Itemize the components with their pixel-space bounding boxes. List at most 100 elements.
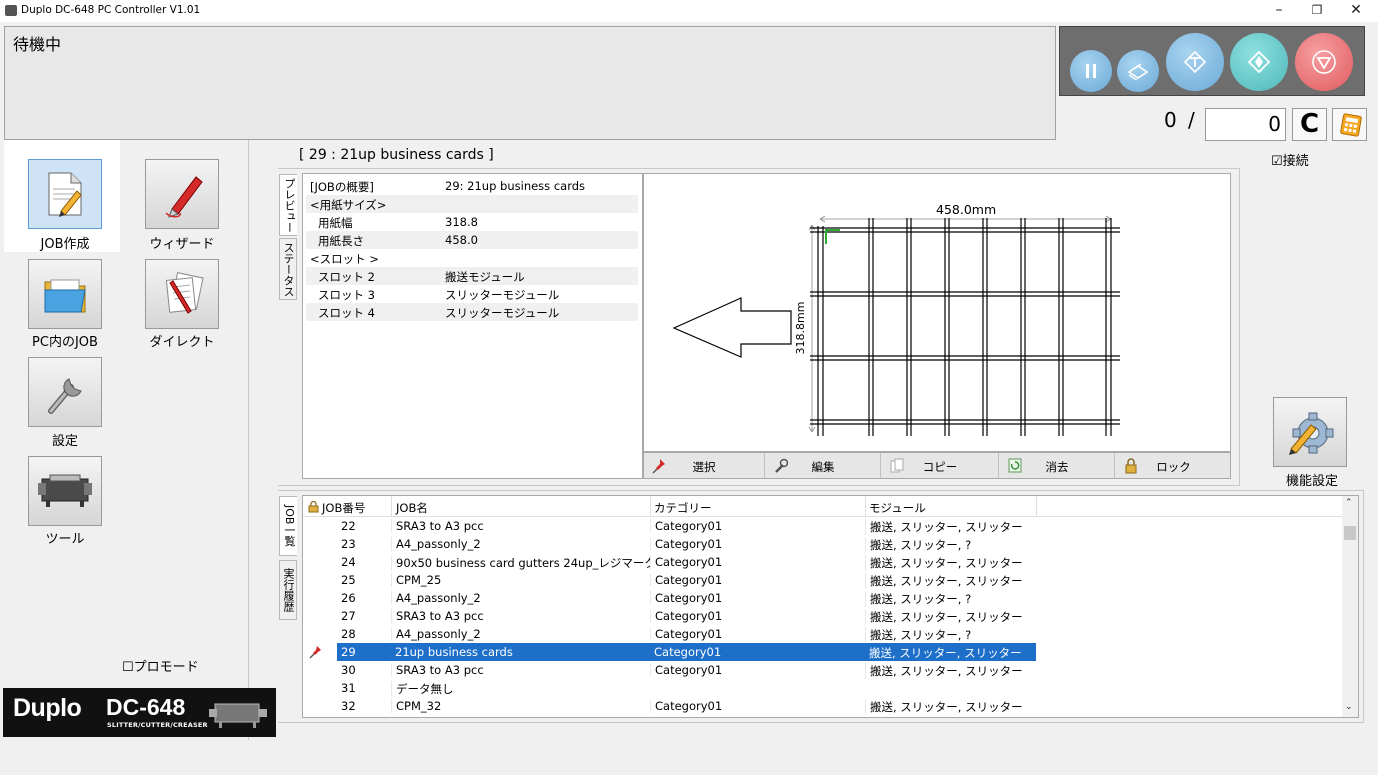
app-window: Duplo DC-648 PC Controller V1.01 – ❐ ✕ 待…	[0, 0, 1378, 775]
count-current: 0	[1164, 108, 1177, 132]
table-row[interactable]: 26 A4_passonly_2 Category01 搬送, スリッター, ?	[303, 589, 1343, 607]
summary-row: スロット 4 スリッターモジュール	[306, 303, 638, 321]
promode-toggle[interactable]: ☐プロモード	[122, 656, 199, 675]
summary-key: スロット 3	[318, 288, 375, 302]
pc-job-button[interactable]	[28, 259, 102, 329]
settings-label: 設定	[51, 434, 78, 449]
restore-button[interactable]: ❐	[1298, 0, 1336, 22]
tab-history[interactable]: 実行履歴	[279, 560, 297, 620]
column-module[interactable]: モジュール	[869, 500, 926, 516]
clear-count-button[interactable]: C	[1292, 108, 1327, 141]
table-row[interactable]: 31 データ無し	[303, 679, 1343, 697]
table-row-selected[interactable]: 29 21up business cards Category01 搬送, スリ…	[303, 643, 1343, 661]
direct-label: ダイレクト	[149, 335, 215, 350]
start-button[interactable]	[1230, 33, 1288, 91]
summary-value: 29: 21up business cards	[445, 179, 586, 193]
job-list-scrollbar[interactable]: ⌃ ⌄	[1342, 496, 1358, 717]
table-row[interactable]: 27 SRA3 to A3 pcc Category01 搬送, スリッター, …	[303, 607, 1343, 625]
feed-direction-arrow	[672, 297, 792, 358]
stop-button[interactable]	[1295, 33, 1353, 91]
folder-icon	[44, 279, 86, 313]
job-create-button[interactable]	[28, 159, 102, 229]
nav-divider	[248, 140, 249, 740]
job-list-table: JOB番号 JOB名 カテゴリー モジュール 22 SRA3 to A3 pcc…	[302, 495, 1359, 718]
paper-feed-icon	[1127, 63, 1149, 80]
table-row[interactable]: 25 CPM_25 Category01 搬送, スリッター, スリッター	[303, 571, 1343, 589]
summary-key: スロット 4	[318, 306, 375, 320]
table-row[interactable]: 24 90x50 business card gutters 24up_レジマー…	[303, 553, 1343, 571]
status-panel: 待機中	[4, 26, 1056, 140]
cell-job-no: 23	[341, 537, 356, 551]
table-row[interactable]: 32 CPM_32 Category01 搬送, スリッター, スリッター	[303, 697, 1343, 715]
cell-job-no: 24	[341, 555, 356, 569]
select-button[interactable]: 選択	[644, 453, 765, 478]
cell-category: Category01	[650, 643, 865, 661]
wizard-button[interactable]	[145, 159, 219, 229]
table-row[interactable]: 30 SRA3 to A3 pcc Category01 搬送, スリッター, …	[303, 661, 1343, 679]
cell-module: 搬送, スリッター, ?	[865, 627, 1036, 643]
cell-job-no: 29	[337, 643, 391, 661]
copy-button[interactable]: コピー	[882, 453, 999, 478]
cell-job-no: 26	[341, 591, 356, 605]
cell-module: 搬送, スリッター, スリッター	[865, 643, 1036, 661]
lock-button[interactable]: ロック	[1116, 453, 1231, 478]
cell-module: 搬送, スリッター, ?	[865, 591, 1036, 607]
edit-button[interactable]: 編集	[766, 453, 881, 478]
delete-button[interactable]: 消去	[1000, 453, 1115, 478]
column-job-no[interactable]: JOB番号	[322, 500, 365, 516]
calculator-button[interactable]	[1332, 108, 1367, 141]
settings-button[interactable]	[28, 357, 102, 427]
connection-checkbox[interactable]: ☑	[1271, 154, 1283, 169]
document-edit-icon	[48, 172, 82, 217]
pause-button[interactable]	[1070, 50, 1112, 92]
column-separator	[1036, 496, 1037, 517]
cell-job-name: A4_passonly_2	[391, 537, 650, 551]
duplo-logo: Duplo DC-648 SLITTER/CUTTER/CREASER	[3, 688, 276, 737]
promode-checkbox[interactable]: ☐	[122, 660, 134, 675]
tab-status[interactable]: ステータス	[279, 238, 297, 300]
cell-job-no: 27	[341, 609, 356, 623]
scroll-down-icon[interactable]: ⌄	[1345, 702, 1353, 712]
table-row[interactable]: 22 SRA3 to A3 pcc Category01 搬送, スリッター, …	[303, 517, 1343, 535]
close-button[interactable]: ✕	[1337, 0, 1375, 22]
edit-label: 編集	[811, 460, 835, 474]
summary-row: 用紙長さ 458.0	[306, 231, 638, 249]
table-row[interactable]: 23 A4_passonly_2 Category01 搬送, スリッター, ?	[303, 535, 1343, 553]
cell-job-name: A4_passonly_2	[391, 591, 650, 605]
cell-category: Category01	[650, 663, 865, 677]
stop-icon	[1312, 50, 1336, 74]
cell-job-no: 28	[341, 627, 356, 641]
summary-row: 用紙幅 318.8	[306, 213, 638, 231]
direct-button[interactable]	[145, 259, 219, 329]
summary-value: 搬送モジュール	[445, 270, 525, 284]
summary-row: [JOBの概要] 29: 21up business cards	[306, 177, 638, 195]
wizard-label: ウィザード	[149, 237, 215, 252]
machine-control-panel	[1059, 26, 1365, 96]
summary-row: スロット 3 スリッターモジュール	[306, 285, 638, 303]
preview-frame-top	[278, 168, 1240, 169]
summary-key: 用紙幅	[318, 216, 353, 230]
connection-toggle[interactable]: ☑接続	[1271, 150, 1309, 169]
minimize-button[interactable]: –	[1260, 0, 1298, 22]
height-dimension-label: 318.8mm	[794, 302, 807, 355]
paper-feed-button[interactable]	[1117, 50, 1159, 92]
cell-job-no: 22	[341, 519, 356, 533]
scroll-up-icon[interactable]: ⌃	[1345, 498, 1353, 508]
cell-job-no: 25	[341, 573, 356, 587]
test-feed-button[interactable]	[1166, 33, 1224, 91]
dimension-lines	[808, 215, 1112, 433]
tools-button[interactable]	[28, 456, 102, 526]
table-row[interactable]: 28 A4_passonly_2 Category01 搬送, スリッター, ?	[303, 625, 1343, 643]
summary-row: スロット 2 搬送モジュール	[306, 267, 638, 285]
count-target-input[interactable]: 0	[1205, 108, 1286, 141]
column-category[interactable]: カテゴリー	[654, 500, 712, 516]
column-separator	[391, 496, 392, 517]
column-job-name[interactable]: JOB名	[396, 500, 428, 516]
tab-job-list[interactable]: JOB一覧	[279, 496, 297, 556]
tab-preview[interactable]: プレビュー	[279, 174, 297, 236]
function-settings-button[interactable]	[1273, 397, 1347, 467]
calculator-icon	[1339, 112, 1362, 137]
gear-edit-icon	[1289, 412, 1334, 455]
summary-row: <用紙サイズ>	[306, 195, 638, 213]
scroll-thumb[interactable]	[1344, 526, 1356, 540]
